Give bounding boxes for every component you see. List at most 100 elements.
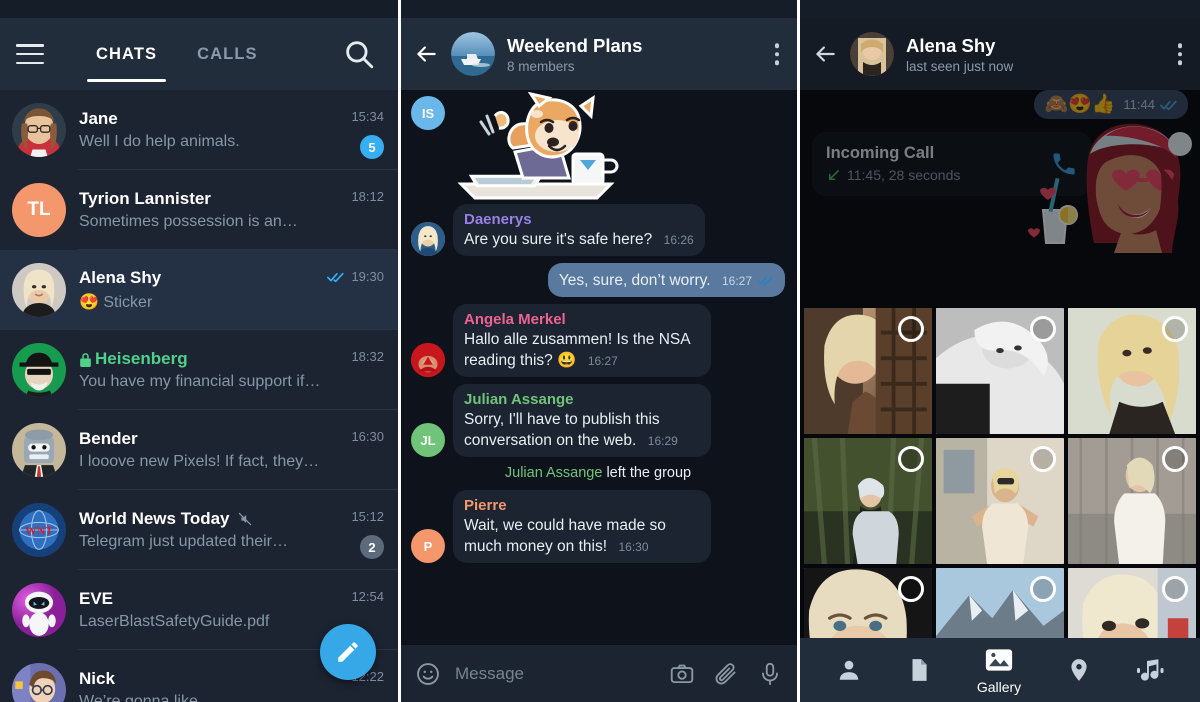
kebab-menu-icon[interactable] [774, 43, 779, 65]
unread-badge: 2 [360, 535, 384, 559]
compose-pencil-icon [338, 642, 358, 662]
avatar[interactable] [411, 222, 445, 256]
tab-calls[interactable]: CALLS [187, 18, 268, 90]
photo-select-checkbox[interactable] [1162, 446, 1188, 472]
camera-icon[interactable] [669, 661, 695, 687]
back-arrow-icon[interactable] [812, 41, 838, 67]
message-bubble[interactable]: Angela Merkel Hallo alle zusammen! Is th… [453, 304, 711, 377]
alena-avatar[interactable] [850, 32, 894, 76]
attach-tab-file[interactable] [906, 657, 932, 683]
service-message: Julian Assange left the group [411, 465, 785, 481]
message-bubble[interactable]: Pierre Wait, we could have made so much … [453, 490, 711, 563]
avatar[interactable] [12, 263, 66, 317]
avatar[interactable]: JL [411, 423, 445, 457]
avatar[interactable]: TL [12, 183, 66, 237]
message-bubble[interactable]: Yes, sure, don’t worry. 16:27 [547, 263, 785, 297]
attach-tab-location-pin[interactable] [1066, 657, 1092, 683]
chat-item-right: 12:54 [351, 588, 384, 606]
avatar[interactable] [12, 423, 66, 477]
attach-tab-person[interactable] [836, 657, 862, 683]
photo-select-checkbox[interactable] [898, 576, 924, 602]
message-bubble[interactable]: Julian Assange Sorry, I'll have to publi… [453, 384, 711, 457]
avatar[interactable] [12, 583, 66, 637]
avatar[interactable] [12, 103, 66, 157]
chat-list-item[interactable]: Jane Well I do help animals. 15:34 5 [0, 90, 398, 170]
message-time: 16:30 [618, 540, 649, 554]
chat-name: EVE [79, 589, 114, 608]
outgoing-message: Yes, sure, don’t worry. 16:27 [411, 263, 785, 297]
gallery-row [800, 438, 1200, 564]
chats-tabs: CHATS CALLS [86, 18, 268, 90]
girl-heart-glasses-sticker [1010, 118, 1200, 253]
photo-select-checkbox[interactable] [1162, 576, 1188, 602]
avatar[interactable]: IS [411, 96, 445, 130]
message-input[interactable]: Message [455, 664, 651, 684]
attach-tab-music[interactable] [1136, 657, 1164, 683]
chat-item-text: World News Today Telegram just updated t… [79, 509, 384, 551]
microphone-icon[interactable] [757, 661, 783, 687]
alena-chat-screen: Alena Shy last seen just now 🙈😍👍 11:44 I… [800, 0, 1200, 702]
chat-preview: 😍 Sticker [79, 294, 153, 311]
message-text: Hallo alle zusammen! Is the NSA reading … [464, 331, 690, 369]
photo-select-checkbox[interactable] [898, 446, 924, 472]
chat-time-row: 15:12 [351, 508, 384, 526]
avatar[interactable]: WNT [12, 503, 66, 557]
chat-item-text: Bender I looove new Pixels! If fact, the… [79, 429, 384, 471]
attachment-tab-bar: Gallery [800, 638, 1200, 702]
paperclip-icon[interactable] [713, 661, 739, 687]
message-bubble[interactable]: Daenerys Are you sure it's safe here? 16… [453, 204, 705, 256]
gallery-photo[interactable] [936, 308, 1064, 434]
kebab-menu-icon[interactable] [1177, 43, 1182, 65]
avatar[interactable]: P [411, 529, 445, 563]
group-avatar[interactable] [451, 32, 495, 76]
chat-item-text: Heisenberg You have my financial support… [79, 349, 384, 391]
chat-list-item[interactable]: Bender I looove new Pixels! If fact, the… [0, 410, 398, 490]
photo-select-checkbox[interactable] [1030, 576, 1056, 602]
message-composer: Message [401, 645, 797, 702]
tab-chats[interactable]: CHATS [86, 18, 167, 90]
chat-list-item[interactable]: Heisenberg You have my financial support… [0, 330, 398, 410]
back-arrow-icon[interactable] [413, 41, 439, 67]
attach-tab-label: Gallery [976, 679, 1022, 695]
gallery-photo[interactable] [1068, 308, 1196, 434]
chat-list-item[interactable]: WNT World News Today Telegram just updat… [0, 490, 398, 570]
emoji-message-time: 11:44 [1123, 97, 1155, 112]
unread-badge: 5 [360, 135, 384, 159]
avatar[interactable] [12, 663, 66, 702]
photo-select-checkbox[interactable] [1030, 446, 1056, 472]
alena-last-seen: last seen just now [906, 58, 1014, 74]
gallery-row [800, 308, 1200, 434]
chat-preview: I looove new Pixels! If fact, they… [79, 453, 320, 470]
chat-list-item[interactable]: TL Tyrion Lannister Sometimes possession… [0, 170, 398, 250]
compose-fab-button[interactable] [320, 624, 376, 680]
chat-item-right: 15:34 5 [351, 108, 384, 159]
gallery-photo[interactable] [936, 438, 1064, 564]
message-time: 16:29 [647, 434, 678, 448]
avatar[interactable] [12, 343, 66, 397]
photo-select-checkbox[interactable] [898, 316, 924, 342]
search-icon[interactable] [342, 37, 376, 71]
hamburger-icon[interactable] [16, 44, 44, 64]
chat-list[interactable]: Jane Well I do help animals. 15:34 5 TL … [0, 90, 398, 702]
smiley-icon[interactable] [415, 661, 441, 687]
group-members-count: 8 members [507, 58, 575, 74]
avatar[interactable] [411, 343, 445, 377]
shiba-dog-sticker[interactable] [453, 92, 623, 200]
incoming-message: JL Julian Assange Sorry, I'll have to pu… [411, 384, 785, 457]
gallery-photo[interactable] [804, 438, 932, 564]
gallery-photo[interactable] [804, 308, 932, 434]
gallery-grid[interactable] [800, 308, 1200, 694]
attach-tab-image[interactable]: Gallery [977, 645, 1021, 695]
chat-list-item[interactable]: Alena Shy 😍 Sticker 19:30 [0, 250, 398, 330]
emoji-message-bubble: 🙈😍👍 11:44 [1034, 90, 1188, 119]
photo-select-checkbox[interactable] [1030, 316, 1056, 342]
message-list: IS Daenerys Are you sure it's safe here?… [401, 90, 797, 645]
svg-text:WNT: WNT [25, 523, 53, 537]
alena-app-bar: Alena Shy last seen just now [800, 18, 1200, 90]
secret-lock-icon [79, 352, 92, 367]
photo-select-checkbox[interactable] [1162, 316, 1188, 342]
chat-item-right: 18:32 [351, 348, 384, 366]
message-text: Sorry, I'll have to publish this convers… [464, 411, 660, 449]
chat-item-text: Jane Well I do help animals. [79, 109, 384, 151]
gallery-photo[interactable] [1068, 438, 1196, 564]
